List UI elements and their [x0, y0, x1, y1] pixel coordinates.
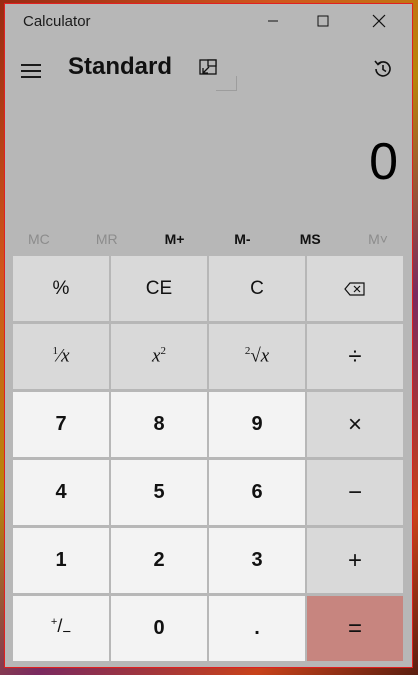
- backspace-icon: [344, 281, 365, 296]
- memory-clear-button[interactable]: MC: [5, 226, 73, 252]
- title-bar[interactable]: Calculator: [5, 4, 412, 38]
- reciprocal-symbol: 1⁄x: [52, 345, 70, 367]
- minus-button[interactable]: −: [307, 460, 403, 525]
- clear-button[interactable]: C: [209, 256, 305, 321]
- result-display: 0: [369, 133, 398, 191]
- percent-button[interactable]: %: [13, 256, 109, 321]
- memory-add-button[interactable]: M+: [141, 226, 209, 252]
- negate-button[interactable]: +/−: [13, 596, 109, 661]
- calculator-window: Calculator Standard 0 MC MR M+ M- MS M˅ …: [4, 3, 413, 668]
- maximize-button[interactable]: [295, 4, 351, 38]
- square-button[interactable]: x2: [111, 324, 207, 389]
- close-icon: [372, 14, 386, 28]
- reciprocal-button[interactable]: 1⁄x: [13, 324, 109, 389]
- equals-button[interactable]: =: [307, 596, 403, 661]
- minimize-button[interactable]: [245, 4, 301, 38]
- memory-recall-button[interactable]: MR: [73, 226, 141, 252]
- hamburger-menu-icon[interactable]: [21, 58, 47, 84]
- maximize-icon: [317, 15, 329, 27]
- memory-row: MC MR M+ M- MS M˅: [5, 226, 412, 252]
- keep-on-top-icon[interactable]: [198, 57, 220, 79]
- history-icon[interactable]: [371, 57, 395, 81]
- digit-0-button[interactable]: 0: [111, 596, 207, 661]
- decimal-button[interactable]: .: [209, 596, 305, 661]
- square-root-symbol: 2√x: [244, 345, 270, 367]
- window-title: Calculator: [23, 13, 91, 30]
- mode-title: Standard: [68, 53, 173, 80]
- divide-button[interactable]: ÷: [307, 324, 403, 389]
- digit-2-button[interactable]: 2: [111, 528, 207, 593]
- clear-entry-button[interactable]: CE: [111, 256, 207, 321]
- digit-3-button[interactable]: 3: [209, 528, 305, 593]
- close-button[interactable]: [351, 4, 407, 38]
- digit-7-button[interactable]: 7: [13, 392, 109, 457]
- keypad: % CE C 1⁄x x2 2√x ÷ 7 8 9 × 4 5 6 − 1 2 …: [13, 256, 407, 661]
- digit-4-button[interactable]: 4: [13, 460, 109, 525]
- square-root-button[interactable]: 2√x: [209, 324, 305, 389]
- plus-button[interactable]: +: [307, 528, 403, 593]
- memory-subtract-button[interactable]: M-: [208, 226, 276, 252]
- digit-6-button[interactable]: 6: [209, 460, 305, 525]
- digit-1-button[interactable]: 1: [13, 528, 109, 593]
- digit-8-button[interactable]: 8: [111, 392, 207, 457]
- negate-symbol: +/−: [50, 616, 72, 641]
- multiply-button[interactable]: ×: [307, 392, 403, 457]
- app-header: Standard: [5, 44, 412, 96]
- digit-9-button[interactable]: 9: [209, 392, 305, 457]
- backspace-button[interactable]: [307, 256, 403, 321]
- square-symbol: x2: [152, 345, 166, 367]
- digit-5-button[interactable]: 5: [111, 460, 207, 525]
- memory-list-button[interactable]: M˅: [344, 226, 412, 252]
- minimize-icon: [268, 20, 278, 22]
- memory-store-button[interactable]: MS: [276, 226, 344, 252]
